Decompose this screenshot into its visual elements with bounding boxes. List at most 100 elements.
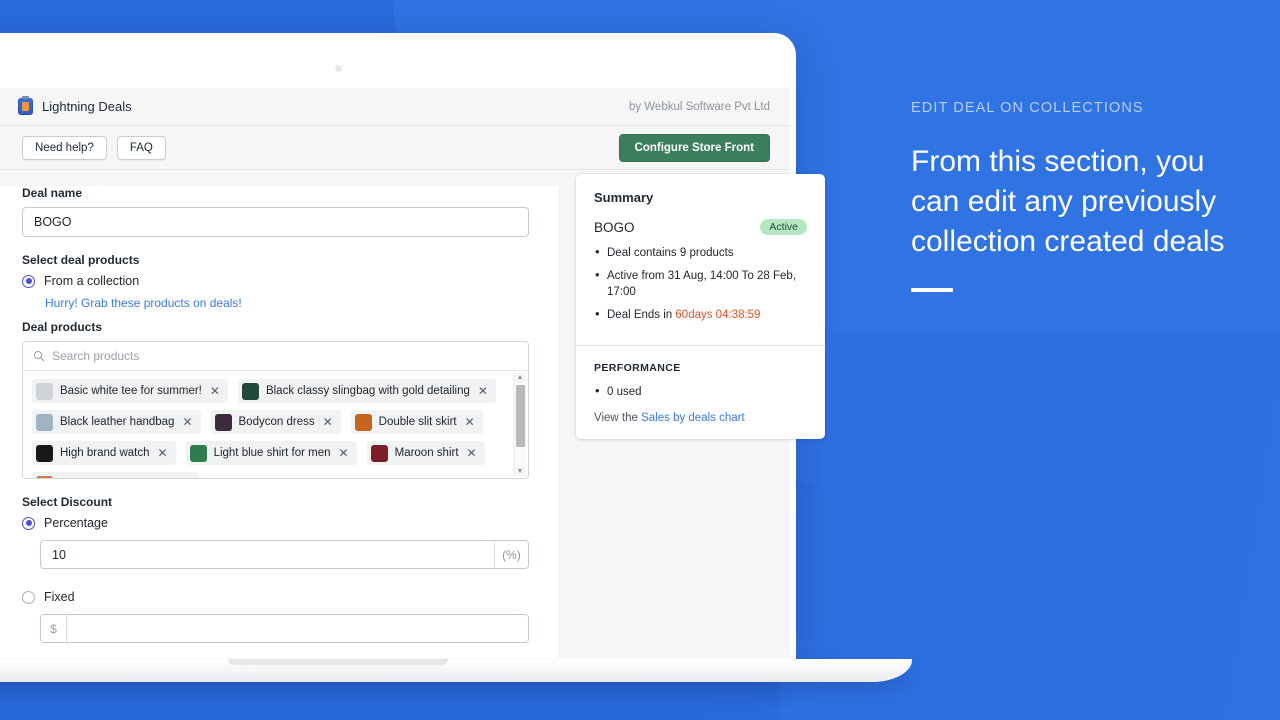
brand: Lightning Deals xyxy=(18,96,132,115)
product-thumbnail xyxy=(214,413,232,431)
vendor-byline: by Webkul Software Pvt Ltd xyxy=(628,100,770,113)
from-a-collection-radio[interactable] xyxy=(22,274,35,288)
promo-link[interactable]: Hurry! Grab these products on deals! xyxy=(45,296,542,310)
percentage-option[interactable]: Percentage xyxy=(22,516,542,530)
product-chip-label: Light blue shirt for men xyxy=(213,447,331,459)
product-search-row[interactable]: Search products xyxy=(23,342,528,371)
deal-name-input[interactable] xyxy=(22,207,529,237)
close-icon[interactable]: ✕ xyxy=(158,447,168,459)
product-chip-label: Maroon shirt xyxy=(394,447,459,459)
product-chip[interactable]: Black leather handbag ✕ xyxy=(32,410,201,434)
secondary-actions: Need help? FAQ xyxy=(22,135,166,160)
performance-bullet-used: 0 used xyxy=(594,383,807,400)
close-icon[interactable]: ✕ xyxy=(478,385,488,397)
from-a-collection-option[interactable]: From a collection xyxy=(22,274,542,288)
product-chip[interactable]: Basic white tee for summer! ✕ xyxy=(32,379,228,403)
currency-prefix: $ xyxy=(41,615,67,642)
product-thumbnail xyxy=(36,382,53,400)
close-icon[interactable]: ✕ xyxy=(323,416,333,428)
summary-bullet-ends: Deal Ends in 60days 04:38:59 xyxy=(594,306,807,323)
summary-deal-header: BOGO Active xyxy=(594,219,807,235)
scroll-up-icon[interactable]: ▲ xyxy=(517,373,524,382)
product-chip-label: Bodycon dress xyxy=(238,416,315,428)
deal-products-picker: Search products Basic white tee for summ… xyxy=(22,341,529,479)
from-a-collection-label: From a collection xyxy=(44,274,140,288)
product-chip[interactable]: Multicolor summer top✕ xyxy=(32,472,200,478)
product-thumbnail xyxy=(189,444,207,462)
promo-panel: EDIT DEAL ON COLLECTIONS From this secti… xyxy=(911,100,1251,292)
product-chip-label: Double slit skirt xyxy=(378,416,457,428)
summary-main-section: Summary BOGO Active Deal contains 9 prod… xyxy=(576,174,825,345)
search-icon xyxy=(33,350,45,362)
product-chip-label: Black classy slingbag with gold detailin… xyxy=(265,385,470,397)
product-chip-label: High brand watch xyxy=(60,447,150,459)
webcam-dot-icon xyxy=(335,65,342,72)
product-chip[interactable]: Black classy slingbag with gold detailin… xyxy=(237,379,496,403)
product-chip[interactable]: Bodycon dress ✕ xyxy=(210,410,341,434)
summary-deal-name: BOGO xyxy=(594,219,635,235)
summary-bullet-active-range: Active from 31 Aug, 14:00 To 28 Feb, 17:… xyxy=(594,267,807,300)
close-icon[interactable]: ✕ xyxy=(182,416,192,428)
sales-by-deals-chart-link[interactable]: Sales by deals chart xyxy=(641,412,745,424)
products-scrollbar[interactable]: ▲ ▼ xyxy=(513,373,526,476)
screenshot-stage: Lightning Deals by Webkul Software Pvt L… xyxy=(0,0,1280,720)
product-chip-label: Black leather handbag xyxy=(60,416,175,428)
scrollbar-thumb[interactable] xyxy=(516,385,525,447)
select-deal-products-label: Select deal products xyxy=(22,253,140,267)
performance-bullets: 0 used xyxy=(594,383,807,400)
deal-form-column: Deal name Select deal products From a co… xyxy=(0,186,560,658)
summary-bullet-products: Deal contains 9 products xyxy=(594,244,807,261)
product-chip[interactable]: High brand watch ✕ xyxy=(32,441,176,465)
lightning-deals-app-icon xyxy=(18,96,33,115)
product-chip[interactable]: Light blue shirt for men ✕ xyxy=(185,441,357,465)
product-thumbnail xyxy=(36,475,53,478)
brand-name: Lightning Deals xyxy=(42,99,132,114)
product-chip-label: Basic white tee for summer! xyxy=(60,385,202,397)
summary-performance-section: PERFORMANCE 0 used View the Sales by dea… xyxy=(576,346,825,439)
fixed-option[interactable]: Fixed xyxy=(22,590,542,604)
need-help-button[interactable]: Need help? xyxy=(22,135,107,160)
promo-eyebrow: EDIT DEAL ON COLLECTIONS xyxy=(911,100,1144,116)
percentage-label: Percentage xyxy=(44,516,108,530)
product-search-placeholder: Search products xyxy=(52,349,140,363)
close-icon[interactable]: ✕ xyxy=(467,447,477,459)
view-prefix: View the xyxy=(594,412,642,424)
percentage-input[interactable] xyxy=(41,541,494,568)
ends-prefix: Deal Ends in xyxy=(607,309,676,321)
percentage-field-wrap: (%) xyxy=(40,540,529,569)
summary-bullets: Deal contains 9 products Active from 31 … xyxy=(594,244,807,323)
product-chip[interactable]: Maroon shirt ✕ xyxy=(366,441,485,465)
app-top-bar: Lightning Deals by Webkul Software Pvt L… xyxy=(0,88,790,126)
percentage-radio[interactable] xyxy=(22,516,35,530)
fixed-radio[interactable] xyxy=(22,590,35,604)
promo-underline xyxy=(911,288,953,292)
promo-headline: From this section, you can edit any prev… xyxy=(911,145,1225,258)
percent-suffix: (%) xyxy=(494,541,528,568)
close-icon[interactable]: ✕ xyxy=(465,416,475,428)
select-discount-label: Select Discount xyxy=(22,495,113,509)
product-thumbnail xyxy=(370,444,388,462)
product-thumbnail xyxy=(354,413,372,431)
faq-button[interactable]: FAQ xyxy=(116,135,166,160)
configure-store-front-button[interactable]: Configure Store Front xyxy=(618,133,770,162)
selected-products-area: Basic white tee for summer! ✕ Black classy… xyxy=(23,371,528,478)
product-thumbnail xyxy=(241,382,259,400)
summary-card: Summary BOGO Active Deal contains 9 prod… xyxy=(576,174,825,439)
app-action-bar: Need help? FAQ Configure Store Front xyxy=(0,126,790,170)
deal-products-label: Deal products xyxy=(22,320,103,334)
view-chart-line: View the Sales by deals chart xyxy=(594,412,807,424)
close-icon[interactable]: ✕ xyxy=(339,447,349,459)
ends-countdown: 60days 04:38:59 xyxy=(675,309,761,321)
fixed-amount-input[interactable] xyxy=(67,615,528,642)
product-thumbnail xyxy=(36,413,53,431)
scroll-down-icon[interactable]: ▼ xyxy=(517,467,524,476)
laptop-base xyxy=(0,659,912,682)
performance-title: PERFORMANCE xyxy=(594,362,681,374)
product-chip[interactable]: Double slit skirt ✕ xyxy=(350,410,483,434)
fixed-field-wrap: $ xyxy=(40,614,529,643)
deal-name-label: Deal name xyxy=(22,186,83,200)
fixed-label: Fixed xyxy=(44,590,75,604)
close-icon[interactable]: ✕ xyxy=(210,385,220,397)
laptop-base-notch xyxy=(228,659,448,665)
selected-product-chips: Basic white tee for summer! ✕ Black classy… xyxy=(32,379,510,478)
